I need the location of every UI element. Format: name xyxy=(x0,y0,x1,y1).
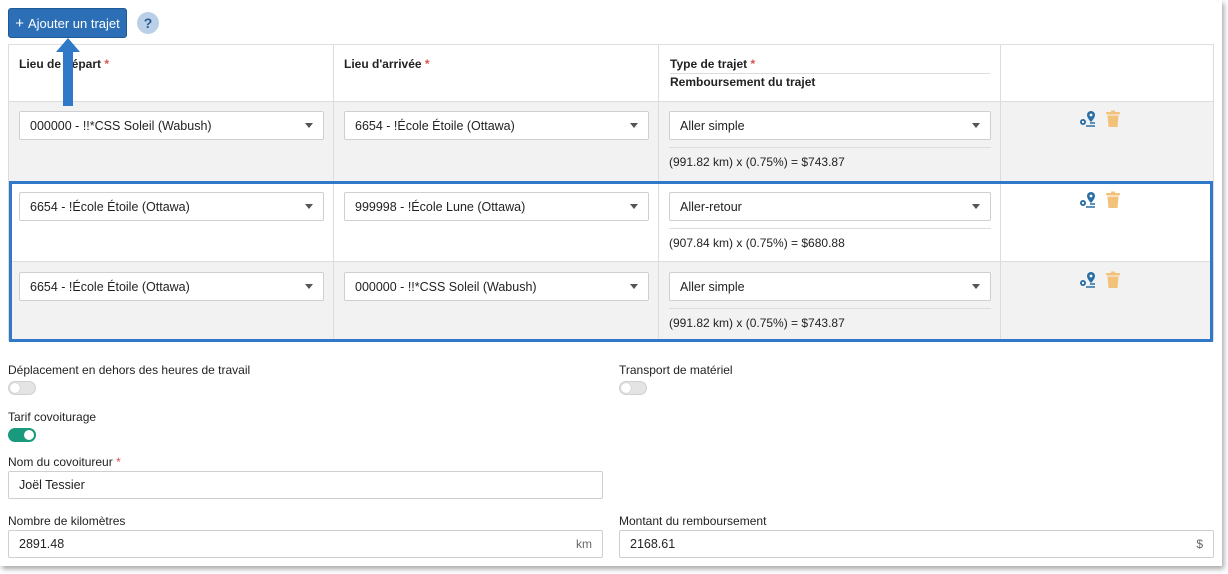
km-suffix: km xyxy=(576,537,592,551)
carpool-toggle[interactable] xyxy=(8,428,36,442)
row-actions xyxy=(1079,109,1121,134)
annotation-arrow-icon xyxy=(56,38,80,106)
row-divider xyxy=(8,340,1214,341)
header-trip-type: Type de trajet * xyxy=(670,57,756,71)
trip-table: Lieu de départ * Lieu d'arrivée * Type d… xyxy=(8,44,1214,341)
arrival-select[interactable]: 6654 - !École Étoile (Ottawa) xyxy=(344,111,649,140)
amount-label: Montant du remboursement xyxy=(619,514,767,528)
amount-field[interactable]: 2168.61 $ xyxy=(619,530,1214,558)
material-transport-toggle[interactable] xyxy=(619,381,647,395)
carpooler-name-field[interactable]: Joël Tessier xyxy=(8,471,603,499)
trash-icon[interactable] xyxy=(1105,191,1121,214)
row-divider xyxy=(8,101,1214,102)
reimbursement-calc: (991.82 km) x (0.75%) = $743.87 xyxy=(669,316,845,330)
chevron-down-icon xyxy=(305,284,313,289)
chevron-down-icon xyxy=(630,123,638,128)
reimbursement-calc: (991.82 km) x (0.75%) = $743.87 xyxy=(669,155,845,169)
outside-hours-label: Déplacement en dehors des heures de trav… xyxy=(8,363,251,377)
header-reimbursement: Remboursement du trajet xyxy=(670,75,816,89)
trip-type-select[interactable]: Aller simple xyxy=(669,111,991,140)
chevron-down-icon xyxy=(972,204,980,209)
row-divider xyxy=(8,261,1214,262)
row-divider xyxy=(8,181,1214,182)
departure-select[interactable]: 000000 - !!*CSS Soleil (Wabush) xyxy=(19,111,324,140)
material-transport-label: Transport de matériel xyxy=(619,363,733,377)
row-actions xyxy=(1079,270,1121,295)
row-actions xyxy=(1079,190,1121,215)
route-map-icon[interactable] xyxy=(1079,270,1099,295)
header-arrival: Lieu d'arrivée * xyxy=(344,57,430,71)
departure-select[interactable]: 6654 - !École Étoile (Ottawa) xyxy=(19,272,324,301)
carpool-label: Tarif covoiturage xyxy=(8,410,97,424)
col-divider xyxy=(8,45,9,341)
header-separator xyxy=(670,73,990,74)
chevron-down-icon xyxy=(972,284,980,289)
row-separator xyxy=(669,228,991,229)
km-field[interactable]: 2891.48 km xyxy=(8,530,603,558)
chevron-down-icon xyxy=(305,204,313,209)
plus-icon: + xyxy=(15,14,24,32)
row-separator xyxy=(669,308,991,309)
km-label: Nombre de kilomètres xyxy=(8,514,126,528)
chevron-down-icon xyxy=(630,284,638,289)
trash-icon[interactable] xyxy=(1105,110,1121,133)
reimbursement-calc: (907.84 km) x (0.75%) = $680.88 xyxy=(669,236,845,250)
chevron-down-icon xyxy=(972,123,980,128)
col-divider xyxy=(1213,45,1214,341)
help-icon[interactable]: ? xyxy=(137,12,159,34)
col-divider xyxy=(658,45,659,341)
col-divider xyxy=(1000,45,1001,341)
trash-icon[interactable] xyxy=(1105,271,1121,294)
dollar-suffix: $ xyxy=(1196,537,1203,551)
carpooler-name-label: Nom du covoitureur * xyxy=(8,455,121,469)
trip-type-select[interactable]: Aller simple xyxy=(669,272,991,301)
arrival-select[interactable]: 000000 - !!*CSS Soleil (Wabush) xyxy=(344,272,649,301)
trip-type-select[interactable]: Aller-retour xyxy=(669,192,991,221)
departure-select[interactable]: 6654 - !École Étoile (Ottawa) xyxy=(19,192,324,221)
add-trip-button[interactable]: + Ajouter un trajet xyxy=(8,8,127,38)
chevron-down-icon xyxy=(305,123,313,128)
row-separator xyxy=(669,147,991,148)
col-divider xyxy=(333,45,334,341)
outside-hours-toggle[interactable] xyxy=(8,381,36,395)
add-trip-label: Ajouter un trajet xyxy=(27,15,120,31)
arrival-select[interactable]: 999998 - !École Lune (Ottawa) xyxy=(344,192,649,221)
trip-form-panel: + Ajouter un trajet ? Lieu de départ * L… xyxy=(0,0,1222,566)
route-map-icon[interactable] xyxy=(1079,109,1099,134)
route-map-icon[interactable] xyxy=(1079,190,1099,215)
chevron-down-icon xyxy=(630,204,638,209)
